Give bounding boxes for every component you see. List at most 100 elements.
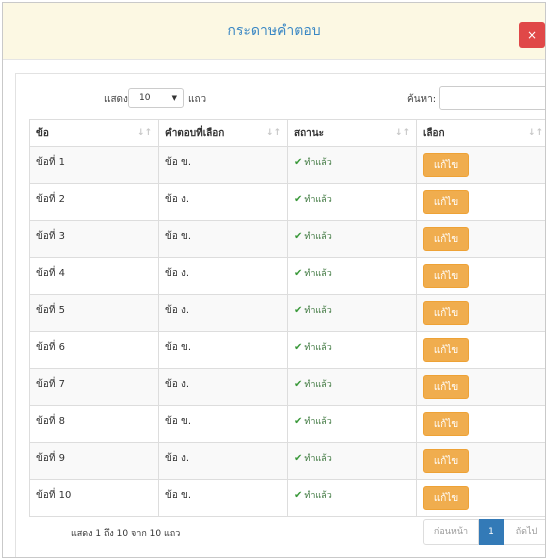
status-cell: ✔ ทำแล้ว <box>287 368 417 406</box>
item-cell: ข้อที่ 5 <box>29 294 159 332</box>
edit-button[interactable]: แก้ไข <box>423 190 469 214</box>
check-icon: ✔ <box>294 416 303 427</box>
item-cell: ข้อที่ 3 <box>29 220 159 258</box>
check-icon: ✔ <box>294 231 303 242</box>
table-row: ข้อที่ 5 ข้อ ง. ✔ ทำแล้ว แก้ไข <box>29 294 545 332</box>
item-cell: ข้อที่ 8 <box>29 405 159 443</box>
answer-cell: ข้อ ข. <box>158 220 288 258</box>
status-text: ทำแล้ว <box>304 195 332 205</box>
answer-cell: ข้อ ข. <box>158 405 288 443</box>
pagination-previous[interactable]: ก่อนหน้า <box>423 519 479 545</box>
status-text: ทำแล้ว <box>304 380 332 390</box>
action-cell: แก้ไข <box>416 294 545 332</box>
action-cell: แก้ไข <box>416 479 545 517</box>
column-header-label: ข้อ <box>36 127 49 139</box>
check-icon: ✔ <box>294 268 303 279</box>
status-text: ทำแล้ว <box>304 417 332 427</box>
answer-cell: ข้อ ง. <box>158 294 288 332</box>
sort-icon: ↓↑ <box>394 128 410 138</box>
table-row: ข้อที่ 3 ข้อ ข. ✔ ทำแล้ว แก้ไข <box>29 220 545 258</box>
answer-cell: ข้อ ข. <box>158 146 288 184</box>
check-icon: ✔ <box>294 194 303 205</box>
pagination-page-1[interactable]: 1 <box>479 519 504 545</box>
table-row: ข้อที่ 8 ข้อ ข. ✔ ทำแล้ว แก้ไข <box>29 405 545 443</box>
edit-button[interactable]: แก้ไข <box>423 153 469 177</box>
column-header-label: เลือก <box>423 127 445 139</box>
edit-button[interactable]: แก้ไข <box>423 264 469 288</box>
action-cell: แก้ไข <box>416 220 545 258</box>
status-cell: ✔ ทำแล้ว <box>287 146 417 184</box>
length-label: แสดง <box>104 94 128 105</box>
edit-button[interactable]: แก้ไข <box>423 338 469 362</box>
column-header-label: สถานะ <box>294 127 324 139</box>
item-cell: ข้อที่ 10 <box>29 479 159 517</box>
status-text: ทำแล้ว <box>304 491 332 501</box>
close-button[interactable]: × <box>519 22 545 48</box>
table-row: ข้อที่ 7 ข้อ ง. ✔ ทำแล้ว แก้ไข <box>29 368 545 406</box>
answer-cell: ข้อ ง. <box>158 183 288 221</box>
status-cell: ✔ ทำแล้ว <box>287 442 417 480</box>
item-cell: ข้อที่ 7 <box>29 368 159 406</box>
action-cell: แก้ไข <box>416 146 545 184</box>
table-info: แสดง 1 ถึง 10 จาก 10 แถว <box>71 529 181 539</box>
answer-cell: ข้อ ข. <box>158 331 288 369</box>
answer-sheet-modal: กระดาษคำตอบ × แสดง 10 ▼ แถว ค้นหา: ข้อ ↓↑… <box>2 2 546 558</box>
modal-title: กระดาษคำตอบ <box>227 23 321 39</box>
check-icon: ✔ <box>294 453 303 464</box>
pagination-next[interactable]: ถัดไป <box>504 519 545 545</box>
item-cell: ข้อที่ 2 <box>29 183 159 221</box>
status-text: ทำแล้ว <box>304 158 332 168</box>
sort-icon: ↓↑ <box>265 128 281 138</box>
status-cell: ✔ ทำแล้ว <box>287 331 417 369</box>
pagination: ก่อนหน้า 1 ถัดไป <box>423 519 545 545</box>
edit-button[interactable]: แก้ไข <box>423 486 469 510</box>
column-header-label: คำตอบที่เลือก <box>165 127 225 139</box>
answer-cell: ข้อ ง. <box>158 368 288 406</box>
table-controls: แสดง 10 ▼ แถว ค้นหา: <box>16 74 545 118</box>
answer-table: ข้อ ↓↑ คำตอบที่เลือก ↓↑ สถานะ ↓↑ เลือก ↓↑ ข้… <box>29 119 545 517</box>
action-cell: แก้ไข <box>416 331 545 369</box>
search-label: ค้นหา: <box>407 94 437 105</box>
status-cell: ✔ ทำแล้ว <box>287 183 417 221</box>
edit-button[interactable]: แก้ไข <box>423 227 469 251</box>
column-header-action[interactable]: เลือก ↓↑ <box>416 119 545 147</box>
answer-cell: ข้อ ข. <box>158 479 288 517</box>
search-input[interactable] <box>439 86 545 110</box>
table-panel: แสดง 10 ▼ แถว ค้นหา: ข้อ ↓↑ คำตอบที่เลือก… <box>15 73 545 557</box>
chevron-down-icon: ▼ <box>171 94 177 102</box>
edit-button[interactable]: แก้ไข <box>423 412 469 436</box>
column-header-item[interactable]: ข้อ ↓↑ <box>29 119 159 147</box>
edit-button[interactable]: แก้ไข <box>423 375 469 399</box>
action-cell: แก้ไข <box>416 368 545 406</box>
answer-cell: ข้อ ง. <box>158 257 288 295</box>
check-icon: ✔ <box>294 342 303 353</box>
sort-icon: ↓↑ <box>527 128 543 138</box>
close-icon: × <box>526 28 538 42</box>
status-cell: ✔ ทำแล้ว <box>287 220 417 258</box>
status-text: ทำแล้ว <box>304 454 332 464</box>
status-text: ทำแล้ว <box>304 306 332 316</box>
column-header-status[interactable]: สถานะ ↓↑ <box>287 119 417 147</box>
item-cell: ข้อที่ 9 <box>29 442 159 480</box>
page-length-value: 10 <box>139 93 151 103</box>
status-text: ทำแล้ว <box>304 343 332 353</box>
page-length-select[interactable]: 10 ▼ <box>128 88 184 108</box>
check-icon: ✔ <box>294 305 303 316</box>
check-icon: ✔ <box>294 490 303 501</box>
answer-cell: ข้อ ง. <box>158 442 288 480</box>
table-row: ข้อที่ 2 ข้อ ง. ✔ ทำแล้ว แก้ไข <box>29 183 545 221</box>
action-cell: แก้ไข <box>416 183 545 221</box>
item-cell: ข้อที่ 6 <box>29 331 159 369</box>
action-cell: แก้ไข <box>416 257 545 295</box>
status-cell: ✔ ทำแล้ว <box>287 294 417 332</box>
edit-button[interactable]: แก้ไข <box>423 449 469 473</box>
table-row: ข้อที่ 6 ข้อ ข. ✔ ทำแล้ว แก้ไข <box>29 331 545 369</box>
status-text: ทำแล้ว <box>304 269 332 279</box>
action-cell: แก้ไข <box>416 442 545 480</box>
column-header-answer[interactable]: คำตอบที่เลือก ↓↑ <box>158 119 288 147</box>
check-icon: ✔ <box>294 157 303 168</box>
sort-icon: ↓↑ <box>136 128 152 138</box>
edit-button[interactable]: แก้ไข <box>423 301 469 325</box>
length-suffix: แถว <box>188 94 207 105</box>
table-row: ข้อที่ 1 ข้อ ข. ✔ ทำแล้ว แก้ไข <box>29 146 545 184</box>
